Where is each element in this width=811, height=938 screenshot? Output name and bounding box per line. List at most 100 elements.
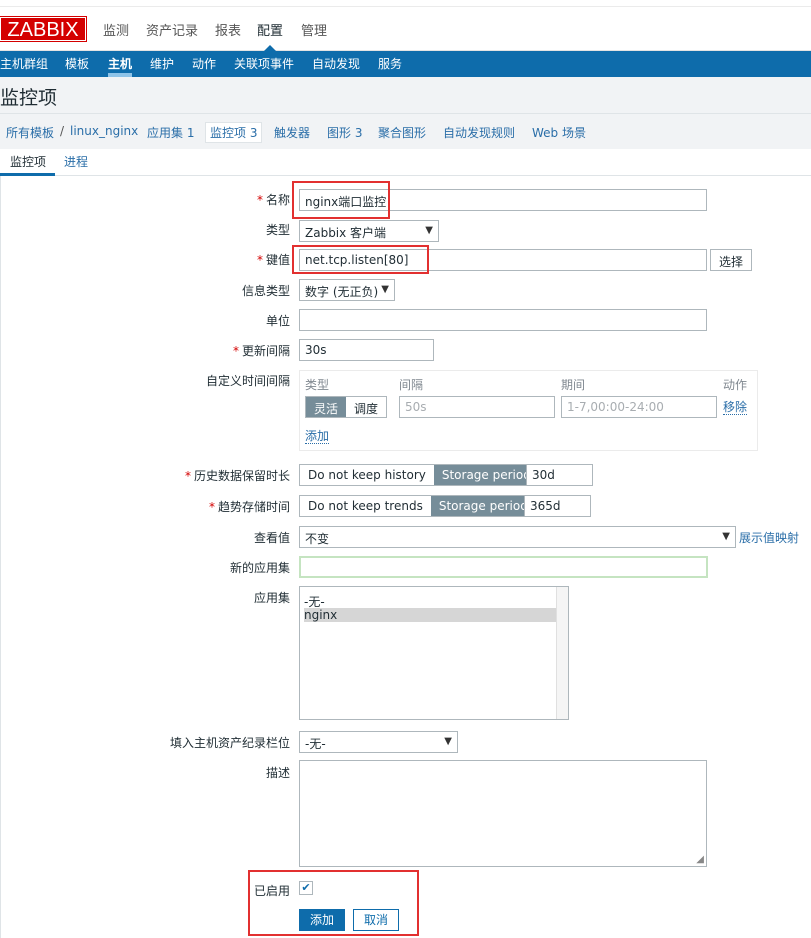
dropdown-arrow-icon: ▼ (722, 531, 730, 542)
submenu-services[interactable]: 服务 (378, 55, 402, 72)
tab-preprocessing[interactable]: 进程 (64, 153, 88, 170)
crumb-graphs-label: 图形 (327, 126, 352, 140)
submenu-discovery[interactable]: 自动发现 (312, 55, 360, 72)
history-storage-option[interactable]: Storage period (433, 465, 539, 485)
crumb-separator: / (60, 124, 65, 138)
tab-item[interactable]: 监控项 (10, 153, 46, 170)
custom-interval-input[interactable]: 50s (399, 396, 555, 418)
new-app-label: 新的应用集 (229, 561, 290, 575)
description-label: 描述 (265, 766, 290, 780)
history-no-keep-option[interactable]: Do not keep history (300, 465, 434, 485)
submenu-hosts[interactable]: 主机 (108, 55, 132, 72)
description-textarea[interactable]: ◢ (299, 760, 707, 867)
form-tabs: 监控项 进程 (0, 149, 811, 176)
dropdown-arrow-icon: ▼ (381, 284, 389, 295)
submenu-actions[interactable]: 动作 (192, 55, 216, 72)
name-label: * 名称 (200, 191, 290, 208)
key-label-text: 键值 (265, 253, 290, 267)
highlight-enabled-actions (248, 870, 419, 936)
history-label: * 历史数据保留时长 (160, 467, 290, 484)
type-select-value: Zabbix 客户端 (305, 226, 387, 240)
inventory-select[interactable]: -无- ▼ (299, 731, 458, 753)
crumb-triggers[interactable]: 触发器 (274, 124, 310, 141)
crumb-web[interactable]: Web 场景 (532, 124, 586, 141)
highlight-key (292, 245, 429, 274)
required-mark: * (208, 500, 215, 514)
add-interval-link[interactable]: 添加 (305, 429, 330, 444)
info-type-value: 数字 (无正负) (305, 285, 379, 299)
type-select[interactable]: Zabbix 客户端 ▼ (299, 220, 439, 242)
valuemap-select[interactable]: 不变 ▼ (299, 526, 736, 548)
menu-administration[interactable]: 管理 (301, 20, 327, 39)
breadcrumb: 所有模板 / linux_nginx 应用集 1 监控项 3 触发器 图形 3 … (0, 114, 811, 149)
valuemap-label: 查看值 (253, 531, 290, 545)
submenu-host-groups[interactable]: 主机群组 (0, 55, 48, 72)
flexible-option[interactable]: 灵活 (306, 397, 347, 417)
remove-interval-link[interactable]: 移除 (723, 400, 748, 415)
config-submenu: 主机群组 模板 主机 维护 动作 关联项事件 自动发现 服务 (0, 51, 811, 77)
submenu-maintenance[interactable]: 维护 (150, 55, 174, 72)
info-type-label: 信息类型 (241, 284, 290, 298)
menu-reports[interactable]: 报表 (215, 20, 241, 39)
dropdown-arrow-icon: ▼ (425, 225, 433, 236)
listbox-scrollbar[interactable] (556, 587, 568, 719)
trends-mode-toggle: Do not keep trends Storage period (299, 495, 537, 517)
dropdown-arrow-icon: ▼ (444, 736, 452, 747)
zabbix-logo[interactable]: ZABBIX (0, 16, 87, 42)
crumb-screens[interactable]: 聚合图形 (378, 124, 426, 141)
app-option-nginx[interactable]: nginx (304, 608, 556, 622)
submenu-templates[interactable]: 模板 (65, 55, 89, 72)
required-mark: * (232, 344, 239, 358)
trends-no-keep-option[interactable]: Do not keep trends (300, 496, 431, 516)
interval-type-toggle: 灵活 调度 (305, 396, 388, 418)
show-valuemap-link[interactable]: 展示值映射 (739, 531, 799, 545)
required-mark: * (256, 193, 263, 207)
crumb-graphs[interactable]: 图形 3 (327, 124, 362, 141)
top-line (0, 0, 811, 7)
trends-label-text: 趋势存储时间 (217, 500, 290, 514)
inventory-label: 填入主机资产纪录栏位 (169, 736, 290, 750)
col-action-header: 动作 (723, 378, 748, 392)
crumb-applications-count: 1 (186, 126, 195, 140)
crumb-graphs-count: 3 (354, 126, 363, 140)
trends-label: * 趋势存储时间 (160, 498, 290, 515)
title-bar: 监控项 (0, 77, 811, 114)
crumb-applications[interactable]: 应用集 1 (147, 124, 194, 141)
menu-inventory[interactable]: 资产记录 (146, 20, 198, 39)
top-header: ZABBIX 监测 资产记录 报表 配置 管理 (0, 0, 811, 51)
custom-intervals-table: 类型 间隔 期间 动作 灵活 调度 50s 1-7,00:00-24:00 移除… (299, 370, 758, 451)
col-interval-header: 间隔 (399, 378, 424, 392)
crumb-all-templates[interactable]: 所有模板 (6, 124, 54, 141)
required-mark: * (256, 253, 263, 267)
crumb-discovery[interactable]: 自动发现规则 (443, 124, 515, 141)
crumb-items-count: 3 (249, 126, 258, 140)
col-period-header: 期间 (561, 378, 586, 392)
menu-configuration[interactable]: 配置 (257, 20, 283, 39)
name-label-text: 名称 (265, 193, 290, 207)
crumb-items-label: 监控项 (210, 126, 247, 140)
required-mark: * (184, 469, 191, 483)
submenu-correlation[interactable]: 关联项事件 (234, 55, 294, 72)
custom-intervals-label: 自定义时间间隔 (205, 374, 290, 388)
scheduling-option[interactable]: 调度 (346, 397, 387, 417)
trends-input[interactable]: 365d (524, 495, 591, 517)
interval-input[interactable]: 30s (299, 339, 434, 361)
valuemap-value: 不变 (305, 532, 330, 546)
highlight-name (292, 181, 390, 219)
history-input[interactable]: 30d (526, 464, 593, 486)
crumb-host[interactable]: linux_nginx (70, 124, 138, 138)
resize-handle-icon[interactable]: ◢ (696, 854, 704, 865)
crumb-items[interactable]: 监控项 3 (205, 122, 263, 143)
col-type-header: 类型 (305, 378, 330, 392)
custom-period-input[interactable]: 1-7,00:00-24:00 (561, 396, 717, 418)
menu-monitoring[interactable]: 监测 (103, 20, 129, 39)
trends-storage-option[interactable]: Storage period (430, 496, 536, 516)
crumb-applications-label: 应用集 (147, 126, 184, 140)
new-app-input[interactable] (299, 556, 708, 578)
select-key-button[interactable]: 选择 (710, 249, 753, 271)
units-label: 单位 (265, 314, 290, 328)
info-type-select[interactable]: 数字 (无正负) ▼ (299, 279, 395, 301)
apps-listbox[interactable]: -无- nginx (299, 586, 569, 720)
units-input[interactable] (299, 309, 707, 331)
history-mode-toggle: Do not keep history Storage period (299, 464, 540, 486)
